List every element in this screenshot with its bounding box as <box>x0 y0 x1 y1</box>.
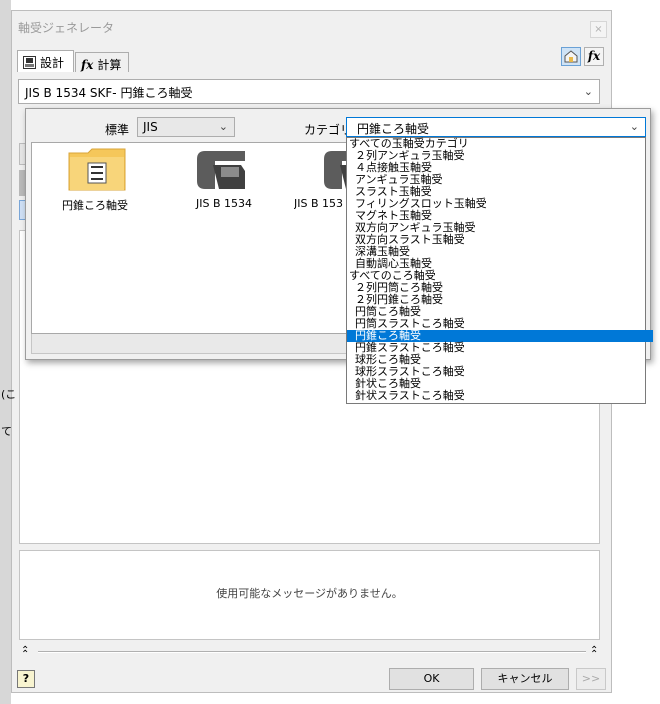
standard-family-combo[interactable]: JIS B 1534 SKF- 円錐ころ軸受 ⌄ <box>18 79 600 104</box>
item-label: JIS B 1534 <box>196 197 253 210</box>
standard-family-value: JIS B 1534 SKF- 円錐ころ軸受 <box>25 86 193 100</box>
folder-bearing-icon <box>68 148 126 191</box>
function-icon: fx <box>81 57 94 72</box>
splitter-bar[interactable] <box>38 651 586 653</box>
dropdown-option[interactable]: 針状スラストころ軸受 <box>347 390 653 402</box>
category-label: カテゴリ <box>304 123 353 137</box>
category-select-value: 円錐ころ軸受 <box>357 122 430 136</box>
chevron-down-icon: ⌄ <box>218 120 228 133</box>
chevron-down-icon: ⌄ <box>583 85 593 98</box>
help-button[interactable]: ? <box>17 670 35 688</box>
tab-design-label: 設計 <box>40 56 65 70</box>
expand-left-icon-2: ⌃ <box>21 649 30 660</box>
popup-footer <box>31 334 347 354</box>
design-accelerator-icon[interactable] <box>561 47 581 66</box>
ok-button[interactable]: OK <box>389 668 474 690</box>
tab-calculation-label: 計算 <box>97 58 122 72</box>
category-select[interactable]: 円錐ころ軸受 ⌄ <box>346 117 646 137</box>
standard-label: 標準 <box>105 123 130 137</box>
chevron-down-icon: ⌄ <box>629 120 639 133</box>
item-label: JIS B 153 <box>294 197 344 210</box>
category-dropdown-list[interactable]: すべての玉軸受カテゴリ ２列アンギュラ玉軸受 ４点接触玉軸受 アンギュラ玉軸受 … <box>346 137 653 404</box>
item-jis-b-153x[interactable]: JIS B 153 <box>294 147 346 213</box>
more-button[interactable]: >> <box>576 668 606 690</box>
bearing-section-icon <box>197 151 245 189</box>
left-edge-text-2: て <box>1 425 12 438</box>
tab-calculation[interactable]: fx 計算 <box>75 52 129 72</box>
standard-select-value: JIS <box>143 120 158 134</box>
standard-select[interactable]: JIS ⌄ <box>137 117 235 137</box>
item-folder-tapered-roller[interactable]: 円錐ころ軸受 <box>52 147 142 213</box>
item-label: 円錐ころ軸受 <box>62 199 128 212</box>
design-icon <box>23 56 36 69</box>
bearing-items-view: 円錐ころ軸受 JIS B 1534 JIS B 153 <box>31 142 347 334</box>
item-jis-b-1534[interactable]: JIS B 1534 <box>187 147 267 213</box>
close-button[interactable]: × <box>590 21 607 38</box>
left-edge-text-1: (こ <box>1 388 17 401</box>
message-area: 使用可能なメッセージがありません。 <box>19 550 600 640</box>
cancel-button[interactable]: キャンセル <box>481 668 569 690</box>
expand-right-icon-2: ⌃ <box>590 649 599 660</box>
background-window-left <box>0 0 11 704</box>
tab-design[interactable]: 設計 <box>17 50 74 72</box>
bearing-section-icon <box>324 151 346 189</box>
dialog-title: 軸受ジェネレータ <box>18 21 115 35</box>
calculation-function-icon[interactable]: fx <box>584 47 604 66</box>
message-text: 使用可能なメッセージがありません。 <box>216 587 403 600</box>
